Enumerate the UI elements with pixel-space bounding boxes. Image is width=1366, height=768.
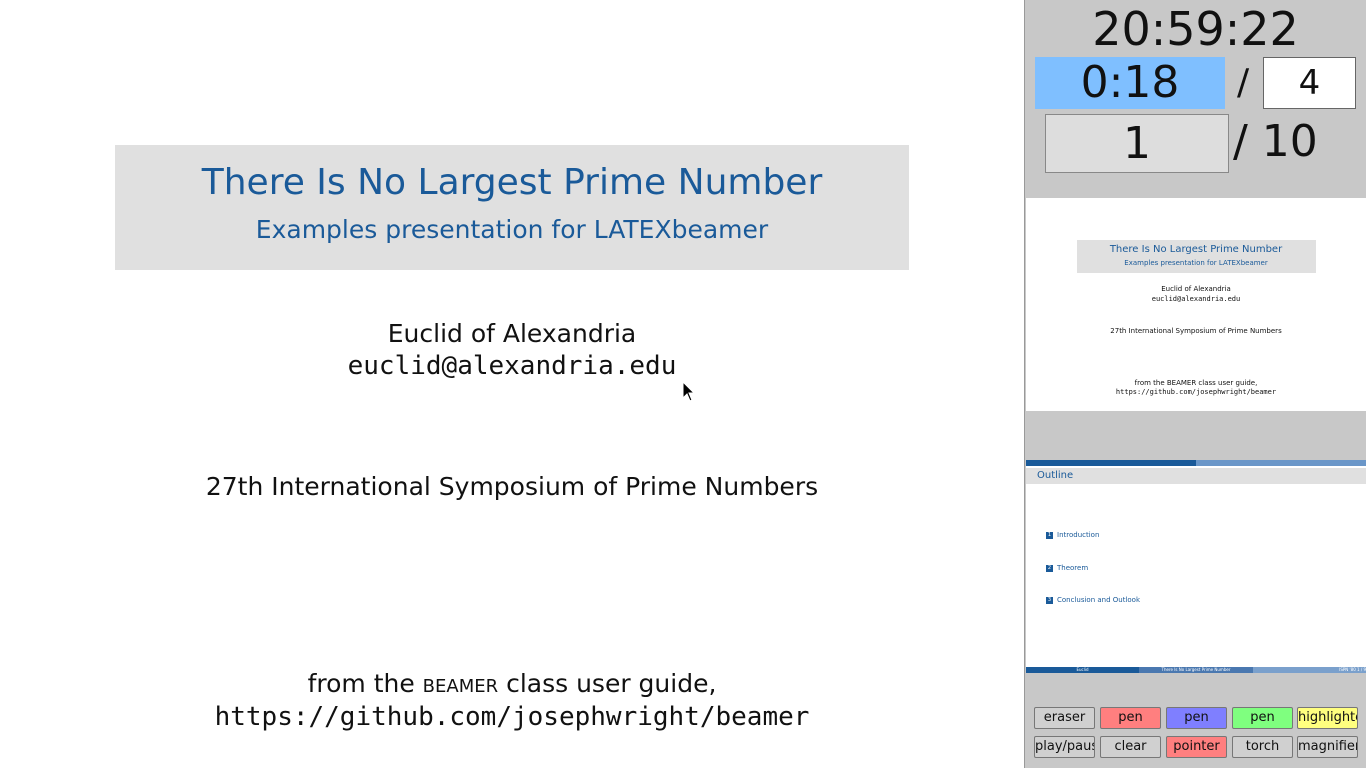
- pen-red-button[interactable]: pen: [1100, 707, 1161, 729]
- toc-item: 2 Theorem: [1046, 564, 1088, 572]
- duration-field[interactable]: 4: [1263, 57, 1356, 109]
- magnifier-button[interactable]: magnifier: [1297, 736, 1358, 758]
- elapsed-timer[interactable]: 0:18: [1035, 57, 1225, 109]
- footer-left: Euclid: [1026, 667, 1139, 673]
- toc-label: Introduction: [1057, 531, 1100, 539]
- eraser-button[interactable]: eraser: [1034, 707, 1095, 729]
- current-slide-field[interactable]: 1: [1045, 114, 1229, 173]
- source-beamer: beamer: [422, 669, 499, 698]
- slide-subtitle: Examples presentation for LATEXbeamer: [255, 215, 769, 244]
- toc-item: 3 Conclusion and Outlook: [1046, 596, 1140, 604]
- toc-number: 1: [1046, 531, 1053, 539]
- slide-title: There Is No Largest Prime Number: [201, 162, 823, 203]
- duration-separator: /: [1237, 62, 1250, 103]
- source-suffix: class user guide,: [498, 669, 717, 698]
- toc-number: 2: [1046, 564, 1053, 572]
- source-prefix: from the: [307, 669, 423, 698]
- highlighter-button[interactable]: highlighter: [1297, 707, 1358, 729]
- preview-conference: 27th International Symposium of Prime Nu…: [1110, 327, 1282, 335]
- preview-author: Euclid of Alexandria: [1161, 285, 1231, 293]
- mouse-cursor-icon: [682, 381, 696, 402]
- preview-frame-title: Outline: [1037, 470, 1074, 481]
- total-slides: / 10: [1233, 116, 1318, 167]
- presenter-panel: 20:59:22 0:18 / 4 1 / 10 There Is No Lar…: [1024, 0, 1366, 768]
- preview-frame-header: [1026, 468, 1366, 484]
- toc-label: Theorem: [1057, 564, 1089, 572]
- slide-conference: 27th International Symposium of Prime Nu…: [205, 472, 819, 501]
- slide-author: Euclid of Alexandria: [387, 319, 637, 348]
- clear-button[interactable]: clear: [1100, 736, 1161, 758]
- toc-number: 3: [1046, 596, 1053, 604]
- slide-email: euclid@alexandria.edu: [347, 351, 677, 381]
- preview-subtitle: Examples presentation for LATEXbeamer: [1124, 259, 1268, 267]
- preview-title: There Is No Largest Prime Number: [1109, 244, 1283, 255]
- main-slide[interactable]: There Is No Largest Prime Number Example…: [0, 0, 1024, 768]
- slide-url: https://github.com/josephwright/beamer: [214, 702, 810, 732]
- current-slide-preview[interactable]: There Is No Largest Prime Number Example…: [1026, 198, 1366, 411]
- torch-button[interactable]: torch: [1232, 736, 1293, 758]
- preview-footer: Euclid There Is No Largest Prime Number …: [1026, 667, 1366, 673]
- slide-source: from the beamer class user guide,: [0, 669, 1024, 698]
- pen-green-button[interactable]: pen: [1232, 707, 1293, 729]
- footer-right: ISPN '80 1 / 9: [1253, 667, 1366, 673]
- preview-url: https://github.com/josephwright/beamer: [1115, 388, 1277, 396]
- footer-middle: There Is No Largest Prime Number: [1139, 667, 1253, 673]
- play-pause-button[interactable]: play/pause: [1034, 736, 1095, 758]
- preview-source: from the BEAMER class user guide,: [1134, 379, 1258, 387]
- toc-item: 1 Introduction: [1046, 531, 1099, 539]
- preview-email: euclid@alexandria.edu: [1151, 295, 1241, 303]
- preview-nav-bar-right: [1196, 460, 1366, 466]
- pen-blue-button[interactable]: pen: [1166, 707, 1227, 729]
- preview-nav-bar-left: [1026, 460, 1196, 466]
- pointer-button[interactable]: pointer: [1166, 736, 1227, 758]
- next-slide-preview[interactable]: Outline 1 Introduction 2 Theorem 3 Conclusi…: [1026, 460, 1366, 673]
- toc-label: Conclusion and Outlook: [1057, 596, 1141, 604]
- clock: 20:59:22: [1092, 2, 1299, 56]
